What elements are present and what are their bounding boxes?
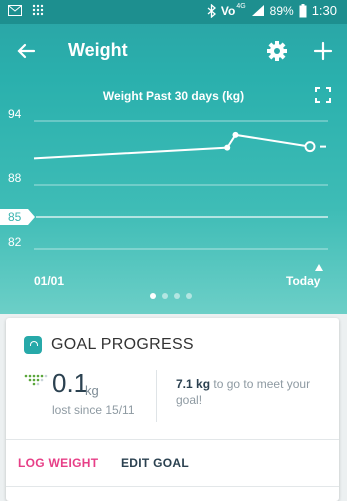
goal-label: 85: [8, 210, 22, 224]
lost-unit: kg: [85, 383, 99, 398]
x-start-label: 01/01: [34, 274, 64, 288]
data-point: [304, 141, 316, 153]
mail-icon: [8, 4, 22, 16]
pager-dot: [162, 293, 168, 299]
data-point: [224, 144, 231, 151]
divider: [156, 370, 157, 422]
log-weight-button[interactable]: LOG WEIGHT: [18, 456, 98, 470]
clock: 1:30: [311, 3, 337, 18]
to-go-amount: 7.1 kg: [176, 377, 211, 391]
battery-icon: [299, 3, 307, 17]
x-end-label: Today: [286, 274, 321, 288]
to-go-text: 7.1 kg to go to meet your goal!: [176, 376, 326, 408]
divider: [6, 439, 339, 440]
weight-line: [33, 133, 311, 160]
lost-value: 0.1: [52, 368, 89, 398]
pager-dot: [174, 293, 180, 299]
weight-chart: Weight Past 30 days (kg) 94 88 85 82 01/01 To…: [0, 78, 347, 314]
pager-dot: [150, 293, 156, 299]
data-point: [232, 131, 239, 138]
today-marker: [315, 264, 323, 271]
lost-since-label: lost since 15/11: [52, 403, 135, 417]
network-label: 4G: [236, 3, 246, 10]
battery-percent: 89%: [269, 3, 294, 18]
volte-label: Vo: [220, 3, 236, 18]
status-bar: Vo 4G 89% 1:30: [0, 0, 347, 24]
chart-plot: 94 88 85 82 01/01 Today: [0, 107, 328, 299]
signal-icon: [251, 5, 264, 16]
goal-progress-title: GOAL PROGRESS: [51, 336, 194, 353]
app-bar: Weight: [0, 24, 347, 78]
weight-loss-icon: [24, 374, 48, 386]
plus-icon[interactable]: [310, 38, 336, 64]
goal-progress-card: GOAL PROGRESS 0.1 kg lost since 15/11 7.…: [6, 318, 339, 501]
pager-dot: [186, 293, 192, 299]
scale-icon: [24, 336, 42, 354]
y-tick-label: 88: [8, 171, 22, 185]
y-tick-label: 94: [8, 107, 22, 121]
grid-dots-icon: [32, 4, 44, 16]
edit-goal-button[interactable]: EDIT GOAL: [121, 456, 189, 470]
arrow-left-icon[interactable]: [14, 38, 40, 64]
page-title: Weight: [68, 40, 128, 60]
y-tick-label: 82: [8, 235, 22, 249]
bluetooth-icon: [207, 3, 216, 18]
divider: [6, 486, 339, 487]
gear-icon[interactable]: [264, 38, 290, 64]
